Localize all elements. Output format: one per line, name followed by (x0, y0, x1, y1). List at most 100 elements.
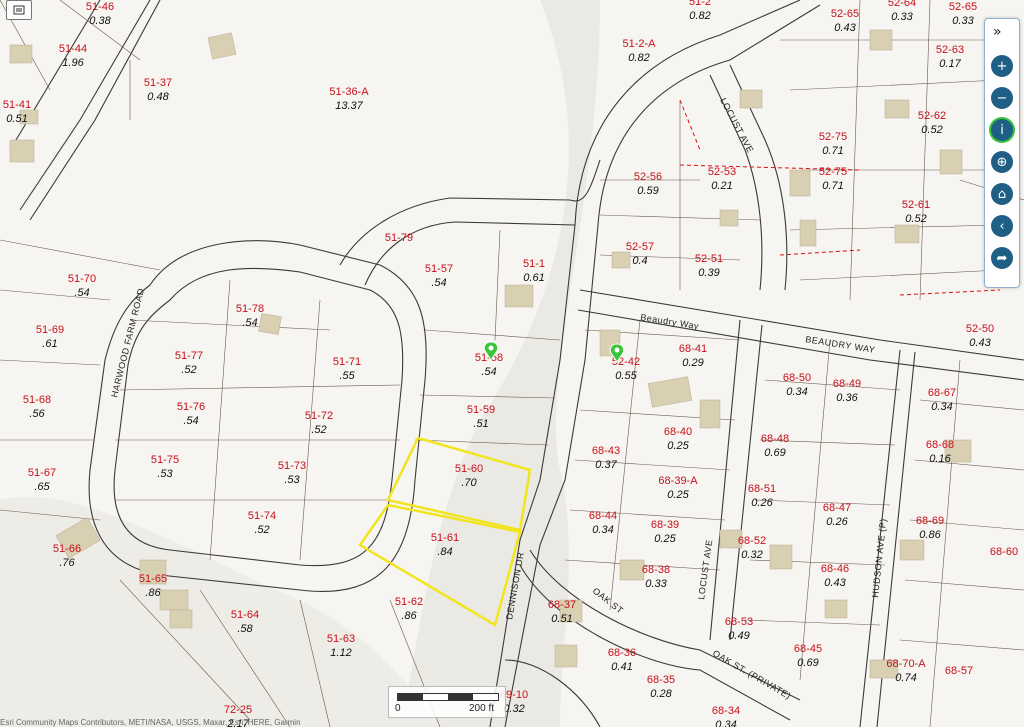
parcel-id-label[interactable]: 51-2 (689, 0, 711, 8)
info-button[interactable]: i (991, 119, 1013, 141)
parcel-id-label[interactable]: 51-57 (425, 263, 453, 275)
back-button[interactable]: ‹ (991, 215, 1013, 237)
parcel-id-label[interactable]: 51-1 (523, 258, 545, 270)
parcel-id-label[interactable]: 68-52 (738, 535, 766, 547)
parcel-id-label[interactable]: 51-77 (175, 350, 203, 362)
parcel-id-label[interactable]: 51-75 (151, 454, 179, 466)
layers-toggle-button[interactable] (6, 0, 32, 20)
parcel-id-label[interactable]: 51-44 (59, 43, 87, 55)
parcel-id-label[interactable]: 51-59 (467, 404, 495, 416)
parcel-id-label[interactable]: 68-69 (916, 515, 944, 527)
parcel-id-label[interactable]: 51-63 (327, 633, 355, 645)
parcel-id-label[interactable]: 52-53 (708, 166, 736, 178)
parcel-id-label[interactable]: 52-75 (819, 131, 847, 143)
parcel-id-label[interactable]: 51-61 (431, 532, 459, 544)
parcel-id-label[interactable]: 68-45 (794, 643, 822, 655)
parcel-id-label[interactable]: 68-35 (647, 674, 675, 686)
parcel-id-label[interactable]: 52-51 (695, 253, 723, 265)
parcel-id-label[interactable]: 52-50 (966, 323, 994, 335)
parcel-id-label[interactable]: 51-37 (144, 77, 172, 89)
parcel-id-label[interactable]: 52-62 (918, 110, 946, 122)
parcel-id-label[interactable]: 72-25 (224, 704, 252, 716)
parcel-id-label[interactable]: 68-36 (608, 647, 636, 659)
scale-bar: 0 200 ft (388, 686, 506, 718)
parcel-id-label[interactable]: 52-65 (949, 1, 977, 13)
parcel-id-label[interactable]: 51-64 (231, 609, 259, 621)
parcel-id-label[interactable]: 51-67 (28, 467, 56, 479)
parcel-area-label: 0.36 (836, 392, 858, 404)
parcel-id-label[interactable]: 68-53 (725, 616, 753, 628)
parcel-id-label[interactable]: 51-66 (53, 543, 81, 555)
parcel-id-label[interactable]: 68-50 (783, 372, 811, 384)
parcel-id-label[interactable]: 52-61 (902, 199, 930, 211)
parcel-id-label[interactable]: 51-68 (23, 394, 51, 406)
parcel-id-label[interactable]: 68-57 (945, 665, 973, 677)
parcel-id-label[interactable]: 51-71 (333, 356, 361, 368)
list-icon (13, 5, 25, 15)
scale-line (397, 693, 499, 701)
parcel-id-label[interactable]: 68-51 (748, 483, 776, 495)
parcel-id-label[interactable]: 51-62 (395, 596, 423, 608)
parcel-id-label[interactable]: 51-74 (248, 510, 276, 522)
parcel-id-label[interactable]: 51-41 (3, 99, 31, 111)
parcel-id-label[interactable]: 68-37 (548, 599, 576, 611)
parcel-id-label[interactable]: 52-57 (626, 241, 654, 253)
parcel-id-label[interactable]: 68-39-A (658, 475, 698, 487)
zoom-out-button[interactable]: − (991, 87, 1013, 109)
parcel-id-label[interactable]: 51-73 (278, 460, 306, 472)
parcel-id-label[interactable]: 52-75 (819, 166, 847, 178)
parcel-id-label[interactable]: 68-40 (664, 426, 692, 438)
parcel-area-label: 0.69 (764, 447, 785, 459)
parcel-area-label: .51 (473, 418, 488, 430)
parcel-area-label: .53 (157, 468, 173, 480)
parcel-id-label[interactable]: 51-46 (86, 1, 114, 13)
parcel-id-label[interactable]: 52-63 (936, 44, 964, 56)
parcel-area-label: 0.82 (689, 10, 710, 22)
parcel-area-label: 0.71 (822, 145, 843, 157)
parcel-id-label[interactable]: 51-78 (236, 303, 264, 315)
parcel-id-label[interactable]: 51-36-A (329, 86, 369, 98)
locate-button[interactable]: ⊕ (991, 151, 1013, 173)
parcel-id-label[interactable]: 68-67 (928, 387, 956, 399)
parcel-area-label: 0.51 (551, 613, 572, 625)
parcel-id-label[interactable]: 68-39 (651, 519, 679, 531)
parcel-id-label[interactable]: 51-69 (36, 324, 64, 336)
parcel-area-label: 0.59 (637, 185, 658, 197)
parcel-id-label[interactable]: 51-76 (177, 401, 205, 413)
parcel-area-label: 0.71 (822, 180, 843, 192)
parcel-id-label[interactable]: 68-48 (761, 433, 789, 445)
parcel-id-label[interactable]: 68-47 (823, 502, 851, 514)
parcel-id-label[interactable]: 51-2-A (622, 38, 656, 50)
share-button[interactable]: ➦ (991, 247, 1013, 269)
double-chevron-right-icon[interactable]: » (993, 24, 1002, 40)
parcel-id-label[interactable]: 68-49 (833, 378, 861, 390)
parcel-id-label[interactable]: 68-41 (679, 343, 707, 355)
parcel-map[interactable]: HARWOOD FARM ROAD DENNISON DR LOCUST AVE… (0, 0, 1024, 727)
parcel-id-label[interactable]: 51-65 (139, 573, 167, 585)
parcel-area-label: 0.52 (921, 124, 942, 136)
parcel-id-label[interactable]: 51-72 (305, 410, 333, 422)
parcel-id-label[interactable]: 52-64 (888, 0, 916, 9)
parcel-area-label: .54 (183, 415, 198, 427)
parcel-id-label[interactable]: 68-34 (712, 705, 740, 717)
parcel-id-label[interactable]: 52-65 (831, 8, 859, 20)
parcel-id-label[interactable]: 68-46 (821, 563, 849, 575)
parcel-id-label[interactable]: 68-70-A (886, 658, 926, 670)
parcel-id-label[interactable]: 51-79 (385, 232, 413, 244)
zoom-in-button[interactable]: + (991, 55, 1013, 77)
parcel-area-label: 0.49 (728, 630, 749, 642)
parcel-id-label[interactable]: 68-44 (589, 510, 617, 522)
parcel-id-label[interactable]: 51-70 (68, 273, 96, 285)
parcel-area-label: .61 (42, 338, 57, 350)
home-button[interactable]: ⌂ (991, 183, 1013, 205)
parcel-id-label[interactable]: 51-60 (455, 463, 483, 475)
parcel-area-label: 0.43 (834, 22, 856, 34)
parcel-id-label[interactable]: 68-68 (926, 439, 954, 451)
parcel-id-label[interactable]: 68-43 (592, 445, 620, 457)
parcel-area-label: 0.25 (654, 533, 676, 545)
parcel-area-label: .54 (74, 287, 89, 299)
parcel-id-label[interactable]: 68-38 (642, 564, 670, 576)
parcel-area-label: .86 (401, 610, 417, 622)
parcel-id-label[interactable]: 52-56 (634, 171, 662, 183)
parcel-id-label[interactable]: 68-60 (990, 546, 1018, 558)
